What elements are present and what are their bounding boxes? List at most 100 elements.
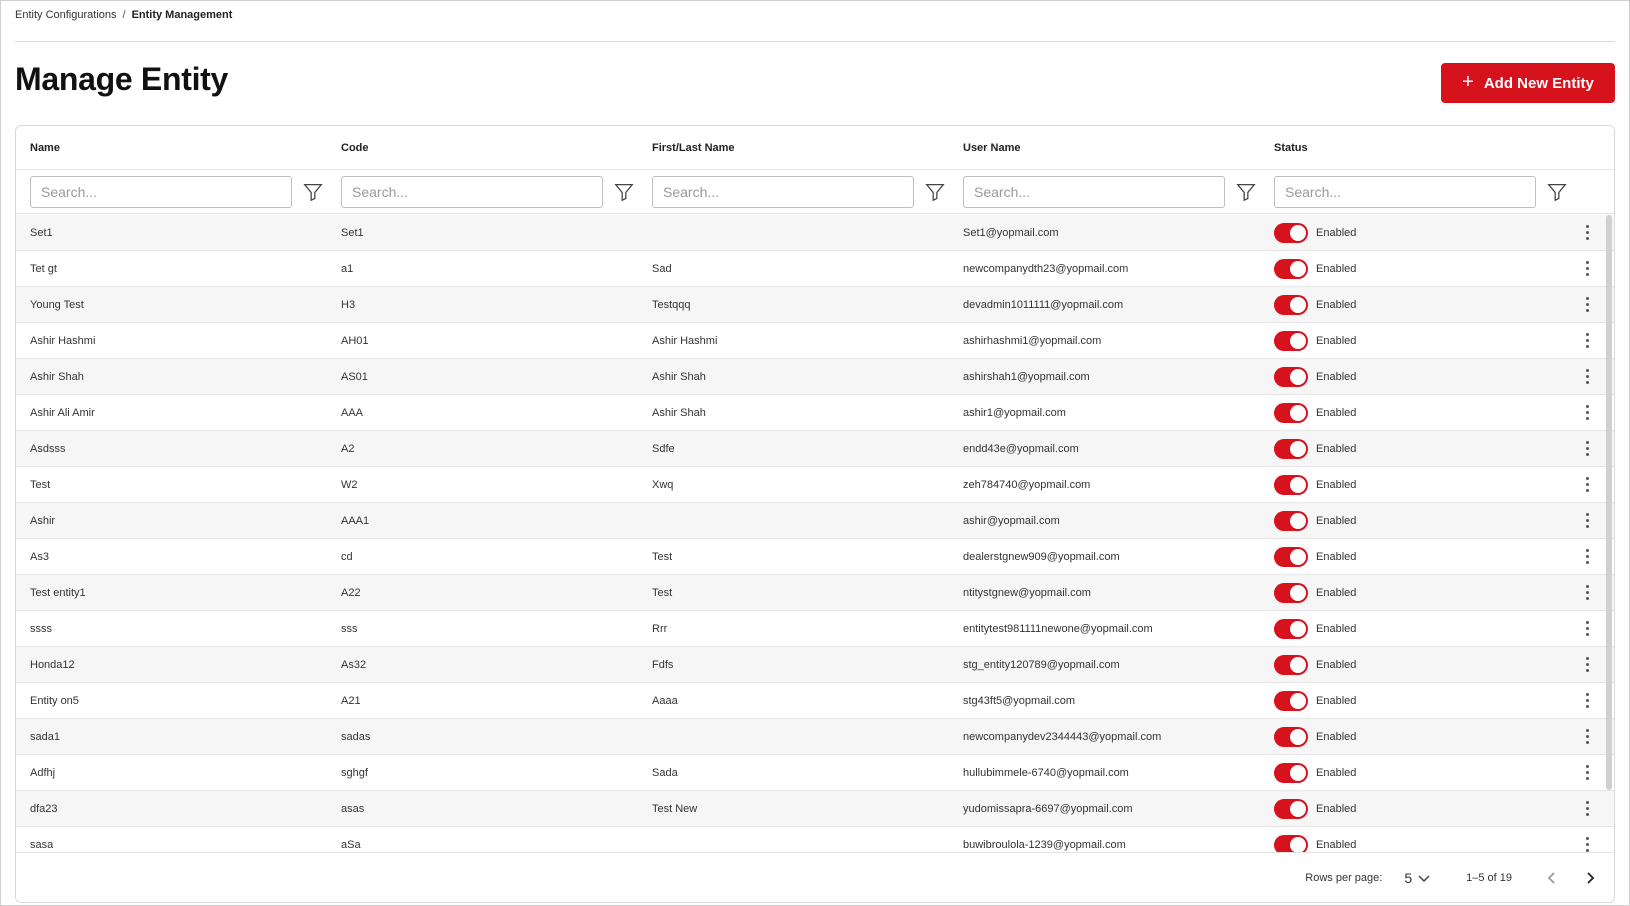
- status-toggle[interactable]: [1274, 762, 1308, 783]
- kebab-icon[interactable]: [1580, 439, 1594, 459]
- filter-icon[interactable]: [302, 181, 324, 203]
- status-toggle[interactable]: [1274, 654, 1308, 675]
- filter-icon[interactable]: [1546, 181, 1568, 203]
- filter-icon[interactable]: [613, 181, 635, 203]
- cell-user-name: ashirshah1@yopmail.com: [963, 370, 1090, 383]
- table-row[interactable]: Adfhj sghgf Sada hullubimmele-6740@yopmail.…: [16, 755, 1614, 791]
- table-row[interactable]: Ashir Ali Amir AAA Ashir Shah ashir1@yopmai…: [16, 395, 1614, 431]
- status-toggle[interactable]: [1274, 582, 1308, 603]
- table-row[interactable]: Asdsss A2 Sdfe endd43e@yopmail.com Enabled: [16, 431, 1614, 467]
- table-row[interactable]: dfa23 asas Test New yudomissapra-6697@yopma…: [16, 791, 1614, 827]
- cell-status: Enabled: [1260, 618, 1614, 639]
- status-toggle[interactable]: [1274, 618, 1308, 639]
- status-toggle[interactable]: [1274, 258, 1308, 279]
- status-toggle[interactable]: [1274, 510, 1308, 531]
- kebab-icon[interactable]: [1580, 295, 1594, 315]
- filter-icon[interactable]: [924, 181, 946, 203]
- search-input-name[interactable]: [30, 175, 292, 208]
- column-header-user-name[interactable]: User Name: [949, 142, 1260, 154]
- status-toggle[interactable]: [1274, 294, 1308, 315]
- status-toggle[interactable]: [1274, 402, 1308, 423]
- chevron-down-icon: [1418, 874, 1430, 882]
- cell-code: AS01: [341, 370, 368, 383]
- table-row[interactable]: sasa aSa buwibroulola-1239@yopmail.com Enab…: [16, 827, 1614, 853]
- table-row[interactable]: Honda12 As32 Fdfs stg_entity120789@yopmail.…: [16, 647, 1614, 683]
- page-title: Manage Entity: [15, 61, 229, 97]
- column-header-name[interactable]: Name: [16, 142, 327, 154]
- kebab-icon[interactable]: [1580, 655, 1594, 675]
- cell-user-name: newcompanydth23@yopmail.com: [963, 262, 1129, 275]
- breadcrumb-current: Entity Management: [131, 9, 233, 21]
- kebab-icon[interactable]: [1580, 403, 1594, 423]
- add-new-entity-button[interactable]: + Add New Entity: [1441, 63, 1615, 103]
- kebab-icon[interactable]: [1580, 547, 1594, 567]
- kebab-icon[interactable]: [1580, 331, 1594, 351]
- status-toggle[interactable]: [1274, 726, 1308, 747]
- breadcrumb-parent[interactable]: Entity Configurations: [15, 9, 117, 21]
- status-toggle[interactable]: [1274, 438, 1308, 459]
- cell-first-last-name: Test New: [652, 802, 698, 815]
- table-row[interactable]: Entity on5 A21 Aaaa stg43ft5@yopmail.com Ena…: [16, 683, 1614, 719]
- table-row[interactable]: Ashir Shah AS01 Ashir Shah ashirshah1@yopma…: [16, 359, 1614, 395]
- kebab-icon[interactable]: [1580, 511, 1594, 531]
- cell-status: Enabled: [1260, 474, 1614, 495]
- kebab-icon[interactable]: [1580, 223, 1594, 243]
- status-text: Enabled: [1316, 334, 1357, 347]
- status-toggle[interactable]: [1274, 690, 1308, 711]
- search-input-user-name[interactable]: [963, 175, 1225, 208]
- kebab-icon[interactable]: [1580, 583, 1594, 603]
- column-header-first-last-name[interactable]: First/Last Name: [638, 142, 949, 154]
- table-row[interactable]: Young Test H3 Testqqq devadmin1011111@yopma…: [16, 287, 1614, 323]
- table-row[interactable]: Test W2 Xwq zeh784740@yopmail.com Enabled: [16, 467, 1614, 503]
- rows-per-page-select[interactable]: 5: [1404, 870, 1432, 886]
- table-row[interactable]: sada1 sadas newcompanydev2344443@yopmail.c…: [16, 719, 1614, 755]
- cell-first-last-name: Rrr: [652, 622, 668, 635]
- filter-icon[interactable]: [1235, 181, 1257, 203]
- cell-name: Adfhj: [30, 766, 56, 779]
- previous-page-button[interactable]: [1542, 868, 1562, 888]
- chevron-left-icon: [1547, 871, 1555, 884]
- cell-code: asas: [341, 802, 365, 815]
- rows-per-page-label: Rows per page:: [1305, 871, 1383, 884]
- status-toggle[interactable]: [1274, 474, 1308, 495]
- search-input-status[interactable]: [1274, 175, 1536, 208]
- status-text: Enabled: [1316, 370, 1357, 383]
- table-row[interactable]: As3 cd Test dealerstgnew909@yopmail.com Enab…: [16, 539, 1614, 575]
- cell-code: A21: [341, 694, 361, 707]
- table-row[interactable]: Ashir Hashmi AH01 Ashir Hashmi ashirhashmi1…: [16, 323, 1614, 359]
- vertical-scrollbar[interactable]: [1606, 215, 1612, 790]
- status-toggle[interactable]: [1274, 546, 1308, 567]
- cell-status: Enabled: [1260, 330, 1614, 351]
- cell-user-name: ashir@yopmail.com: [963, 514, 1060, 527]
- status-text: Enabled: [1316, 802, 1357, 815]
- kebab-icon[interactable]: [1580, 763, 1594, 783]
- kebab-icon[interactable]: [1580, 799, 1594, 819]
- search-input-code[interactable]: [341, 175, 603, 208]
- status-toggle[interactable]: [1274, 834, 1308, 853]
- status-toggle[interactable]: [1274, 798, 1308, 819]
- table-row[interactable]: Ashir AAA1 ashir@yopmail.com Enabled: [16, 503, 1614, 539]
- kebab-icon[interactable]: [1580, 619, 1594, 639]
- table-row[interactable]: Tet gt a1 Sad newcompanydth23@yopmail.com En…: [16, 251, 1614, 287]
- status-toggle[interactable]: [1274, 366, 1308, 387]
- table-row[interactable]: Test entity1 A22 Test ntitystgnew@yopmail.c…: [16, 575, 1614, 611]
- cell-name: sasa: [30, 838, 54, 851]
- kebab-icon[interactable]: [1580, 835, 1594, 854]
- cell-first-last-name: Aaaa: [652, 694, 678, 707]
- kebab-icon[interactable]: [1580, 367, 1594, 387]
- status-toggle[interactable]: [1274, 222, 1308, 243]
- kebab-icon[interactable]: [1580, 691, 1594, 711]
- column-header-status[interactable]: Status: [1260, 142, 1614, 154]
- table-row[interactable]: ssss sss Rrr entitytest981111newone@yopmail…: [16, 611, 1614, 647]
- table-row[interactable]: Set1 Set1 Set1@yopmail.com Enabled: [16, 215, 1614, 251]
- cell-user-name: ashir1@yopmail.com: [963, 406, 1066, 419]
- cell-code: A22: [341, 586, 361, 599]
- kebab-icon[interactable]: [1580, 259, 1594, 279]
- next-page-button[interactable]: [1580, 868, 1600, 888]
- search-input-first-last-name[interactable]: [652, 175, 914, 208]
- kebab-icon[interactable]: [1580, 475, 1594, 495]
- cell-user-name: stg43ft5@yopmail.com: [963, 694, 1076, 707]
- column-header-code[interactable]: Code: [327, 142, 638, 154]
- status-toggle[interactable]: [1274, 330, 1308, 351]
- kebab-icon[interactable]: [1580, 727, 1594, 747]
